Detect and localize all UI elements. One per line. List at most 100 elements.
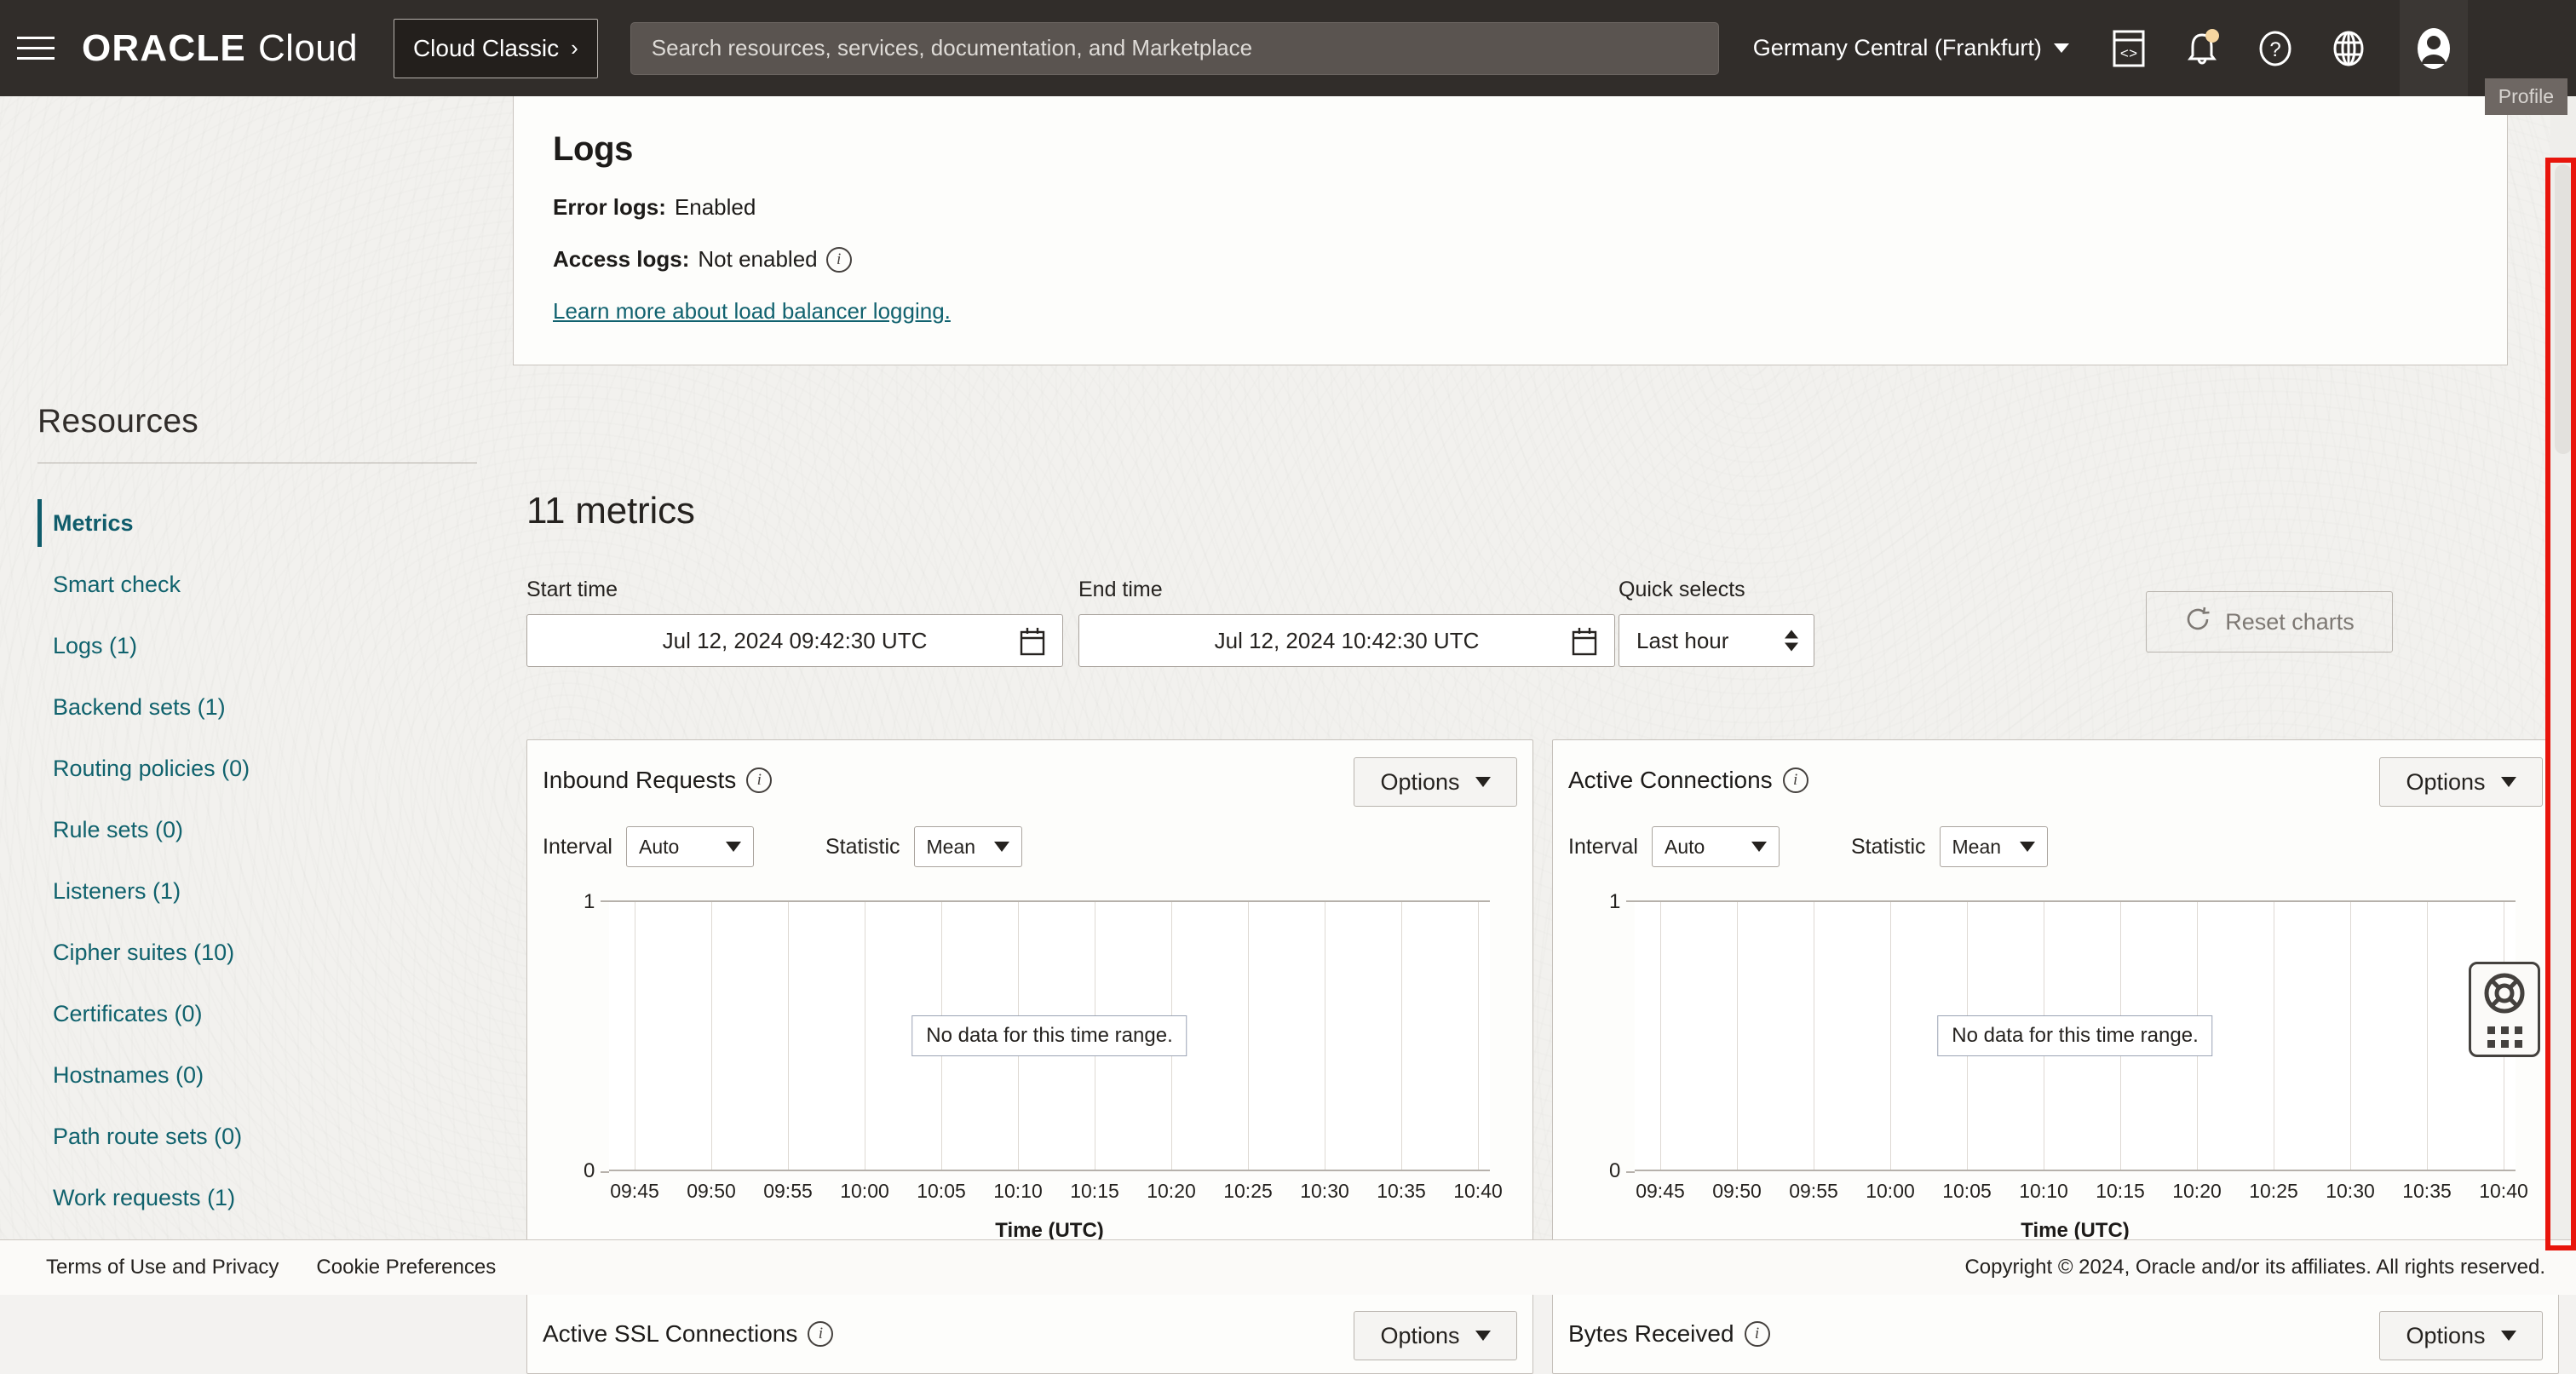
x-axis-tick: 10:35: [2402, 1180, 2452, 1203]
chart-options-button[interactable]: Options: [1354, 757, 1517, 807]
stepper-up-icon: [1785, 630, 1798, 639]
chart-plot: 1 0: [527, 885, 1532, 1226]
search-input[interactable]: [630, 22, 1719, 75]
start-time-label: Start time: [526, 578, 1063, 602]
no-data-message: No data for this time range.: [1937, 1015, 2212, 1056]
interval-label: Interval: [1568, 835, 1638, 859]
oracle-cloud-logo[interactable]: ORACLE Cloud: [82, 27, 358, 70]
interval-label: Interval: [543, 835, 612, 859]
chart-card-active-ssl-connections: Active SSL Connections i Options: [526, 1293, 1533, 1374]
x-axis-tick: 10:15: [2096, 1180, 2145, 1203]
load-balancer-logging-link[interactable]: Learn more about load balancer logging.: [553, 298, 951, 325]
grid-line: [1478, 902, 1479, 1170]
statistic-value: Mean: [1952, 836, 2002, 859]
code-icon[interactable]: <>: [2107, 26, 2151, 71]
reset-charts-button[interactable]: Reset charts: [2146, 591, 2393, 653]
sidebar-item-certificates[interactable]: Certificates (0): [37, 983, 511, 1044]
logs-card: Logs Error logs: Enabled Access logs: No…: [513, 96, 2508, 365]
sidebar-item-cipher-suites[interactable]: Cipher suites (10): [37, 922, 511, 983]
dot: [2501, 1040, 2509, 1048]
y-axis-tick-mark: [1626, 900, 1635, 902]
bell-icon[interactable]: [2180, 26, 2224, 71]
chart-controls: Interval Auto Statistic Mean: [1553, 820, 2558, 873]
x-axis-tick: 10:20: [1147, 1180, 1196, 1203]
stepper-icon[interactable]: [1785, 630, 1798, 652]
calendar-icon[interactable]: [1020, 627, 1045, 660]
sidebar-item-label: Listeners (1): [53, 878, 181, 905]
sidebar-item-label: Work requests (1): [53, 1185, 235, 1211]
globe-icon[interactable]: [2326, 26, 2371, 71]
sidebar-item-hostnames[interactable]: Hostnames (0): [37, 1044, 511, 1106]
calendar-icon[interactable]: [1572, 627, 1597, 660]
info-icon[interactable]: i: [746, 767, 772, 793]
cloud-classic-button[interactable]: Cloud Classic ›: [394, 19, 598, 78]
sidebar-item-label: Logs (1): [53, 633, 137, 659]
chart-title-text: Bytes Received: [1568, 1320, 1734, 1348]
help-icon[interactable]: ?: [2253, 26, 2297, 71]
hamburger-bar: [17, 57, 55, 60]
x-axis-tick: 10:40: [2479, 1180, 2528, 1203]
statistic-dropdown[interactable]: Mean: [914, 826, 1023, 867]
quick-selects-dropdown[interactable]: Last hour: [1619, 614, 1814, 667]
sidebar-item-smart-check[interactable]: Smart check: [37, 554, 511, 615]
sidebar-item-listeners[interactable]: Listeners (1): [37, 860, 511, 922]
statistic-dropdown[interactable]: Mean: [1940, 826, 2049, 867]
region-selector[interactable]: Germany Central (Frankfurt): [1753, 35, 2069, 61]
resources-sidebar: Resources Metrics Smart check Logs (1) B…: [0, 96, 511, 1295]
terms-of-use-link[interactable]: Terms of Use and Privacy: [46, 1256, 279, 1279]
stepper-down-icon: [1785, 643, 1798, 652]
sidebar-item-work-requests[interactable]: Work requests (1): [37, 1167, 511, 1228]
cookie-preferences-link[interactable]: Cookie Preferences: [316, 1256, 496, 1279]
no-data-message: No data for this time range.: [911, 1015, 1187, 1056]
statistic-value: Mean: [927, 836, 976, 859]
chart-options-button[interactable]: Options: [2379, 1311, 2543, 1360]
chart-options-label: Options: [1380, 769, 1459, 796]
chevron-down-icon: [2020, 842, 2035, 852]
x-axis-tick: 10:30: [2326, 1180, 2375, 1203]
x-axis-tick: 10:05: [1942, 1180, 1992, 1203]
chart-options-label: Options: [2406, 1323, 2485, 1349]
interval-dropdown[interactable]: Auto: [626, 826, 754, 867]
plot-area-box: No data for this time range.: [1635, 900, 2516, 1171]
svg-text:<>: <>: [2120, 47, 2137, 63]
x-axis-tick: 09:50: [1712, 1180, 1762, 1203]
start-time-input-wrap[interactable]: [526, 614, 1063, 667]
interval-value: Auto: [639, 836, 679, 859]
info-icon[interactable]: i: [808, 1321, 833, 1347]
x-axis-tick: 09:45: [1636, 1180, 1685, 1203]
profile-avatar-icon[interactable]: [2400, 0, 2468, 96]
scrollbar-thumb[interactable]: [2555, 164, 2572, 454]
start-time-input[interactable]: [527, 615, 1062, 666]
sidebar-item-logs[interactable]: Logs (1): [37, 615, 511, 676]
svg-text:?: ?: [2269, 38, 2280, 61]
interval-dropdown[interactable]: Auto: [1652, 826, 1780, 867]
sidebar-item-routing-policies[interactable]: Routing policies (0): [37, 738, 511, 799]
sidebar-item-path-route-sets[interactable]: Path route sets (0): [37, 1106, 511, 1167]
sidebar-item-backend-sets[interactable]: Backend sets (1): [37, 676, 511, 738]
chart-options-button[interactable]: Options: [2379, 757, 2543, 807]
chart-card-bytes-received: Bytes Received i Options: [1552, 1293, 2559, 1374]
grid-line: [1737, 902, 1738, 1170]
drag-dots-handle[interactable]: [2487, 1026, 2522, 1048]
sidebar-item-rule-sets[interactable]: Rule sets (0): [37, 799, 511, 860]
sidebar-item-label: Path route sets (0): [53, 1124, 242, 1150]
info-icon[interactable]: i: [826, 247, 852, 273]
sidebar-heading: Resources: [37, 403, 511, 440]
end-time-input[interactable]: [1079, 615, 1614, 666]
info-icon[interactable]: i: [1745, 1321, 1770, 1347]
support-widget[interactable]: [2469, 962, 2540, 1057]
sidebar-item-label: Rule sets (0): [53, 817, 183, 843]
chevron-down-icon: [2054, 43, 2069, 53]
chart-title: Bytes Received i: [1568, 1320, 1770, 1348]
end-time-input-wrap[interactable]: [1078, 614, 1615, 667]
sidebar-item-metrics[interactable]: Metrics: [37, 492, 511, 554]
error-logs-value: Enabled: [675, 194, 756, 221]
info-icon[interactable]: i: [1783, 767, 1808, 793]
chart-options-button[interactable]: Options: [1354, 1311, 1517, 1360]
statistic-label: Statistic: [1851, 835, 1926, 859]
x-axis-tick: 10:30: [1300, 1180, 1349, 1203]
grid-line: [711, 902, 712, 1170]
chart-header: Active Connections i Options: [1553, 740, 2558, 820]
hamburger-menu-icon[interactable]: [17, 30, 63, 67]
error-logs-label: Error logs:: [553, 194, 666, 221]
